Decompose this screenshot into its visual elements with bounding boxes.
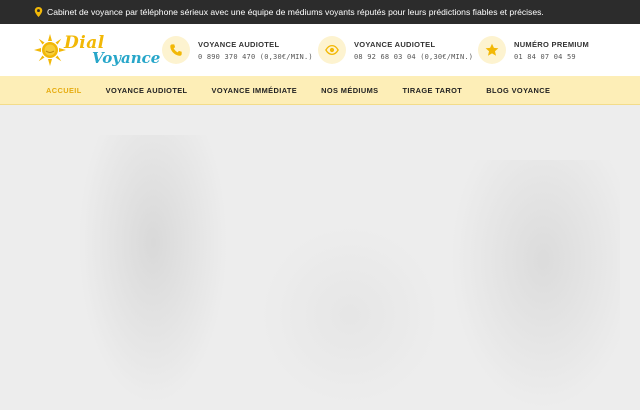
site-logo[interactable]: Dial Voyance bbox=[34, 32, 160, 68]
nav-item-tirage-tarot[interactable]: TIRAGE TAROT bbox=[403, 86, 463, 95]
nav-item-blog-voyance[interactable]: BLOG VOYANCE bbox=[486, 86, 550, 95]
contact-number: 01 84 07 04 59 bbox=[514, 52, 576, 61]
hero-faded-figure-right bbox=[450, 160, 620, 410]
contact-audiotel-2[interactable]: VOYANCE AUDIOTEL 08 92 68 03 04 (0,30€/M… bbox=[318, 34, 473, 66]
nav-item-voyance-audiotel[interactable]: VOYANCE AUDIOTEL bbox=[106, 86, 188, 95]
contact-number: 0 890 370 470 (0,30€/MIN.) bbox=[198, 52, 313, 61]
hero-banner-image bbox=[0, 105, 640, 410]
star-icon bbox=[485, 43, 499, 56]
contact-title: VOYANCE AUDIOTEL bbox=[354, 39, 436, 49]
top-info-bar: Cabinet de voyance par téléphone sérieux… bbox=[0, 0, 640, 24]
contact-title: NUMÉRO PREMIUM bbox=[514, 39, 590, 49]
hero-faded-figure-left bbox=[78, 135, 228, 405]
contact-audiotel-1[interactable]: VOYANCE AUDIOTEL 0 890 370 470 (0,30€/MI… bbox=[162, 34, 313, 66]
logo-word-voyance: Voyance bbox=[92, 49, 161, 67]
contact-premium[interactable]: NUMÉRO PREMIUM 01 84 07 04 59 bbox=[478, 34, 589, 66]
hero-faded-center bbox=[260, 225, 440, 405]
main-navigation: ACCUEIL VOYANCE AUDIOTEL VOYANCE IMMÉDIA… bbox=[0, 76, 640, 105]
eye-icon bbox=[325, 44, 339, 56]
phone-icon bbox=[170, 44, 182, 56]
location-pin-icon bbox=[34, 7, 43, 17]
nav-item-voyance-immediate[interactable]: VOYANCE IMMÉDIATE bbox=[211, 86, 297, 95]
sun-logo-icon bbox=[34, 34, 66, 66]
contact-number: 08 92 68 03 04 (0,30€/MIN.) bbox=[354, 52, 474, 61]
nav-item-nos-mediums[interactable]: NOS MÉDIUMS bbox=[321, 86, 378, 95]
site-header: Dial Voyance VOYANCE AUDIOTEL 0 890 370 … bbox=[0, 24, 640, 76]
top-info-text: Cabinet de voyance par téléphone sérieux… bbox=[47, 7, 544, 17]
nav-item-accueil[interactable]: ACCUEIL bbox=[46, 86, 82, 95]
contact-title: VOYANCE AUDIOTEL bbox=[198, 39, 280, 49]
